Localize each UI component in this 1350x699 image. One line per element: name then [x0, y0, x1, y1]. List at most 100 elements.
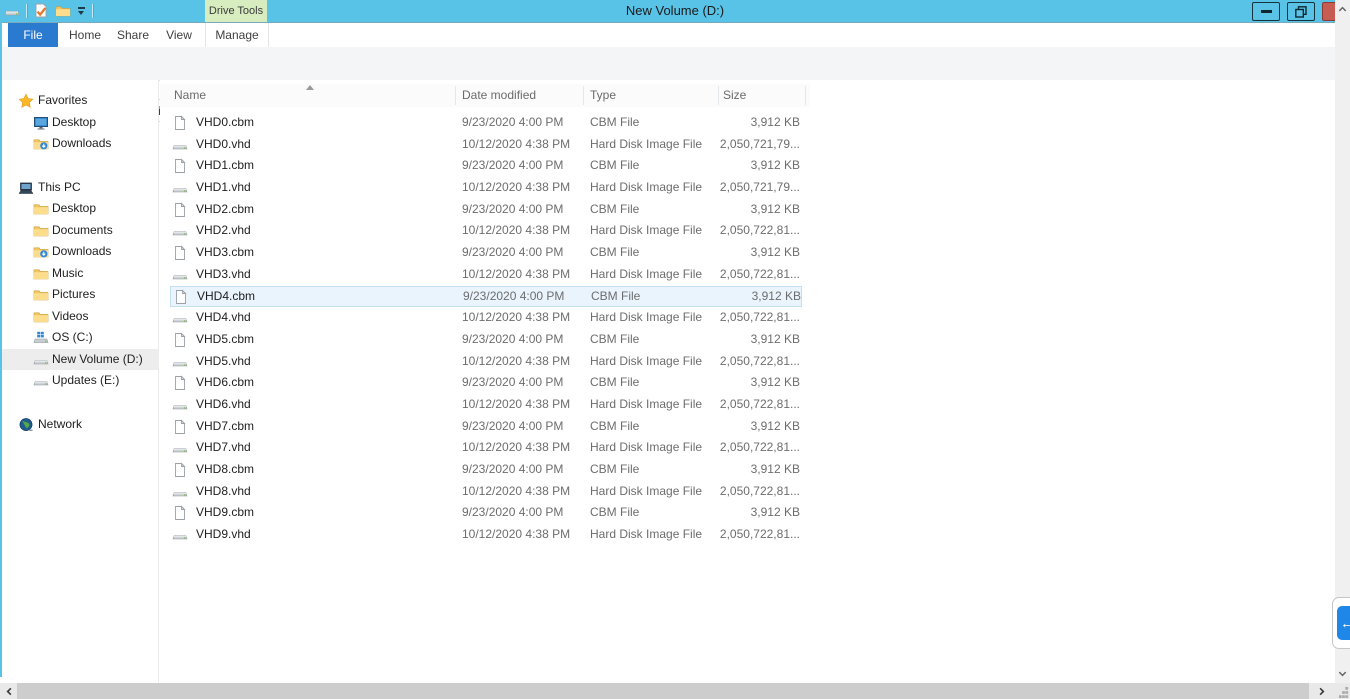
- file-size: 2,050,721,79...: [670, 134, 800, 156]
- properties-icon[interactable]: [33, 3, 49, 19]
- file-type: CBM File: [590, 502, 639, 524]
- sidebar-item-desktop[interactable]: Desktop: [0, 198, 158, 220]
- sidebar-item-label: Pictures: [52, 284, 95, 306]
- file-name: VHD1.cbm: [196, 155, 254, 177]
- file-size: 2,050,722,81...: [670, 264, 800, 286]
- vertical-scrollbar[interactable]: [1335, 0, 1350, 683]
- file-row[interactable]: VHD0.vhd 10/12/2020 4:38 PM Hard Disk Im…: [170, 134, 802, 156]
- folder-icon: [33, 201, 49, 217]
- drive-os-icon: [33, 330, 49, 346]
- file-row[interactable]: VHD0.cbm 9/23/2020 4:00 PM CBM File 3,91…: [170, 112, 802, 134]
- file-row[interactable]: VHD4.vhd 10/12/2020 4:38 PM Hard Disk Im…: [170, 307, 802, 329]
- tab-home[interactable]: Home: [62, 23, 108, 47]
- file-row[interactable]: VHD3.vhd 10/12/2020 4:38 PM Hard Disk Im…: [170, 264, 802, 286]
- sidebar-item-pictures[interactable]: Pictures: [0, 284, 158, 306]
- file-type: CBM File: [590, 242, 639, 264]
- sidebar-item-os-c[interactable]: OS (C:): [0, 327, 158, 349]
- file-row[interactable]: VHD2.vhd 10/12/2020 4:38 PM Hard Disk Im…: [170, 220, 802, 242]
- column-separator[interactable]: [718, 86, 719, 105]
- file-name: VHD3.vhd: [196, 264, 251, 286]
- resize-grip-icon[interactable]: [1338, 687, 1349, 698]
- file-row[interactable]: VHD7.cbm 9/23/2020 4:00 PM CBM File 3,91…: [170, 416, 802, 438]
- file-name: VHD7.cbm: [196, 416, 254, 438]
- file-date-modified: 10/12/2020 4:38 PM: [462, 264, 570, 286]
- file-row[interactable]: VHD9.vhd 10/12/2020 4:38 PM Hard Disk Im…: [170, 524, 802, 546]
- sidebar-item-label: OS (C:): [52, 327, 93, 349]
- sidebar-item-downloads[interactable]: Downloads: [0, 241, 158, 263]
- file-icon: [172, 202, 188, 218]
- hard-disk-image-icon: [172, 440, 188, 456]
- file-size: 3,912 KB: [670, 502, 800, 524]
- sidebar-item-downloads[interactable]: Downloads: [0, 133, 158, 155]
- remote-session-arrow-icon: ←: [1337, 606, 1350, 640]
- sidebar-item-label: Music: [52, 263, 83, 285]
- qat-separator: [92, 4, 93, 18]
- file-row[interactable]: VHD8.vhd 10/12/2020 4:38 PM Hard Disk Im…: [170, 481, 802, 503]
- sidebar-item-updates-e[interactable]: Updates (E:): [0, 370, 158, 392]
- sidebar-item-videos[interactable]: Videos: [0, 306, 158, 328]
- file-row[interactable]: VHD5.cbm 9/23/2020 4:00 PM CBM File 3,91…: [170, 329, 802, 351]
- file-row[interactable]: VHD7.vhd 10/12/2020 4:38 PM Hard Disk Im…: [170, 437, 802, 459]
- star-icon: [18, 93, 34, 109]
- file-date-modified: 9/23/2020 4:00 PM: [462, 199, 563, 221]
- horizontal-scrollbar[interactable]: [0, 683, 1350, 699]
- tab-file[interactable]: File: [8, 23, 58, 47]
- restore-button[interactable]: [1287, 2, 1315, 21]
- file-row[interactable]: VHD5.vhd 10/12/2020 4:38 PM Hard Disk Im…: [170, 351, 802, 373]
- file-name: VHD3.cbm: [196, 242, 254, 264]
- hard-disk-image-icon: [172, 310, 188, 326]
- tab-view[interactable]: View: [158, 23, 200, 47]
- tab-manage[interactable]: Manage: [205, 23, 269, 47]
- file-row[interactable]: VHD4.cbm 9/23/2020 4:00 PM CBM File 3,91…: [170, 286, 802, 308]
- window-drive-icon[interactable]: [4, 3, 20, 19]
- side-panel-handle[interactable]: ←: [1332, 597, 1350, 649]
- sidebar-item-documents[interactable]: Documents: [0, 220, 158, 242]
- column-header-name[interactable]: Name: [174, 84, 206, 107]
- column-header-size[interactable]: Size: [723, 84, 746, 107]
- file-name: VHD6.vhd: [196, 394, 251, 416]
- column-header-date-modified[interactable]: Date modified: [462, 84, 536, 107]
- sidebar-item-network[interactable]: Network: [0, 414, 158, 436]
- network-icon: [18, 417, 34, 433]
- sidebar-item-new-volume-d[interactable]: New Volume (D:): [0, 349, 158, 371]
- file-name: VHD4.vhd: [196, 307, 251, 329]
- file-row[interactable]: VHD8.cbm 9/23/2020 4:00 PM CBM File 3,91…: [170, 459, 802, 481]
- file-type: CBM File: [590, 372, 639, 394]
- column-header-type[interactable]: Type: [590, 84, 616, 107]
- scroll-up-icon[interactable]: [1337, 4, 1348, 15]
- file-date-modified: 10/12/2020 4:38 PM: [462, 351, 570, 373]
- column-separator[interactable]: [583, 86, 584, 105]
- file-row[interactable]: VHD1.vhd 10/12/2020 4:38 PM Hard Disk Im…: [170, 177, 802, 199]
- file-row[interactable]: VHD3.cbm 9/23/2020 4:00 PM CBM File 3,91…: [170, 242, 802, 264]
- file-name: VHD2.cbm: [196, 199, 254, 221]
- file-size: 3,912 KB: [670, 199, 800, 221]
- scroll-right-icon[interactable]: [1316, 686, 1327, 697]
- customize-quick-access-dropdown-icon[interactable]: [77, 7, 86, 15]
- scroll-down-icon[interactable]: [1337, 668, 1348, 679]
- sidebar-item-music[interactable]: Music: [0, 263, 158, 285]
- file-row[interactable]: VHD6.vhd 10/12/2020 4:38 PM Hard Disk Im…: [170, 394, 802, 416]
- file-row[interactable]: VHD9.cbm 9/23/2020 4:00 PM CBM File 3,91…: [170, 502, 802, 524]
- file-row[interactable]: VHD2.cbm 9/23/2020 4:00 PM CBM File 3,91…: [170, 199, 802, 221]
- sidebar-item-this-pc[interactable]: This PC: [0, 177, 158, 199]
- file-name: VHD0.vhd: [196, 134, 251, 156]
- file-size: 3,912 KB: [670, 242, 800, 264]
- scroll-left-icon[interactable]: [4, 686, 15, 697]
- new-folder-icon[interactable]: [55, 3, 71, 19]
- sidebar-item-favorites[interactable]: Favorites: [0, 90, 158, 112]
- tab-share[interactable]: Share: [110, 23, 156, 47]
- file-row[interactable]: VHD6.cbm 9/23/2020 4:00 PM CBM File 3,91…: [170, 372, 802, 394]
- folder-icon: [33, 287, 49, 303]
- file-name: VHD4.cbm: [197, 287, 255, 307]
- file-icon: [172, 245, 188, 261]
- minimize-button[interactable]: [1252, 2, 1280, 21]
- sidebar-section-favorites: FavoritesDesktopDownloads: [0, 90, 158, 155]
- hard-disk-image-icon: [172, 180, 188, 196]
- file-date-modified: 10/12/2020 4:38 PM: [462, 481, 570, 503]
- file-row[interactable]: VHD1.cbm 9/23/2020 4:00 PM CBM File 3,91…: [170, 155, 802, 177]
- file-size: 2,050,722,81...: [670, 307, 800, 329]
- sidebar-item-desktop[interactable]: Desktop: [0, 112, 158, 134]
- column-separator[interactable]: [455, 86, 456, 105]
- horizontal-scrollbar-thumb[interactable]: [17, 683, 1309, 699]
- column-separator[interactable]: [805, 86, 806, 105]
